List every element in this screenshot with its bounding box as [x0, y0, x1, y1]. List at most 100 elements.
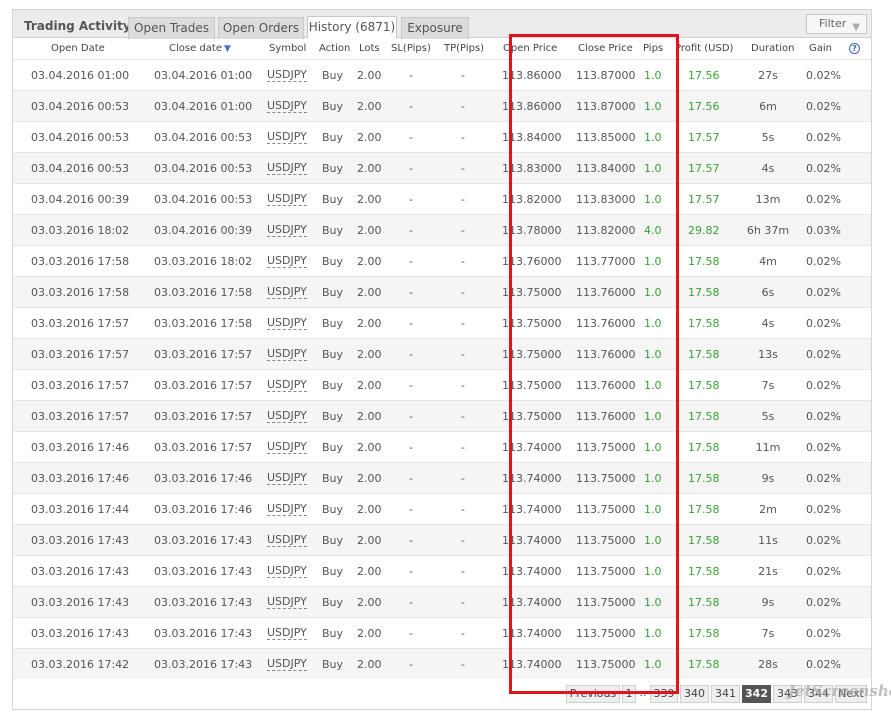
- cell-lots: 2.00: [357, 410, 382, 423]
- pagination-page-339[interactable]: 339: [650, 685, 678, 703]
- symbol-link[interactable]: USDJPY: [267, 69, 307, 82]
- pagination: Previous 1 .. 339 340 341 342 343 344 Ne…: [13, 680, 871, 710]
- cell-action: Buy: [322, 255, 344, 268]
- col-pips[interactable]: Pips: [643, 43, 663, 54]
- symbol-link[interactable]: USDJPY: [267, 131, 307, 144]
- cell-pips: 1.0: [644, 534, 662, 547]
- cell-close-price: 113.75000: [576, 503, 636, 516]
- symbol-link[interactable]: USDJPY: [267, 627, 307, 640]
- cell-tp: -: [461, 348, 465, 361]
- col-open-date[interactable]: Open Date: [51, 43, 105, 54]
- col-profit[interactable]: Profit (USD): [675, 43, 733, 54]
- symbol-link[interactable]: USDJPY: [267, 255, 307, 268]
- pagination-page-342-current[interactable]: 342: [742, 685, 771, 703]
- pagination-page-341[interactable]: 341: [711, 685, 740, 703]
- cell-lots: 2.00: [357, 162, 382, 175]
- table-row: 03.04.2016 01:00 03.04.2016 01:00 USDJPY Bu…: [13, 59, 871, 90]
- cell-open-price: 113.86000: [502, 69, 562, 82]
- pagination-page-340[interactable]: 340: [680, 685, 709, 703]
- cell-open-price: 113.74000: [502, 565, 562, 578]
- cell-duration: 13s: [758, 348, 778, 361]
- cell-action: Buy: [322, 596, 344, 609]
- cell-duration: 5s: [761, 410, 775, 423]
- symbol-link[interactable]: USDJPY: [267, 658, 307, 671]
- cell-close-price: 113.87000: [576, 69, 636, 82]
- cell-sl: -: [409, 286, 413, 299]
- cell-sl: -: [409, 317, 413, 330]
- table-row: 03.03.2016 17:58 03.03.2016 18:02 USDJPY Bu…: [13, 245, 871, 276]
- cell-close-date: 03.03.2016 17:57: [154, 348, 253, 361]
- col-sl-pips[interactable]: SL(Pips): [391, 43, 431, 54]
- symbol-link[interactable]: USDJPY: [267, 286, 307, 299]
- col-action[interactable]: Action: [319, 43, 350, 54]
- symbol-link[interactable]: USDJPY: [267, 410, 307, 423]
- cell-gain: 0.02%: [806, 193, 841, 206]
- cell-close-price: 113.77000: [576, 255, 636, 268]
- cell-tp: -: [461, 100, 465, 113]
- cell-sl: -: [409, 596, 413, 609]
- table-row: 03.03.2016 17:43 03.03.2016 17:43 USDJPY Bu…: [13, 586, 871, 617]
- cell-pips: 1.0: [644, 658, 662, 671]
- col-tp-pips[interactable]: TP(Pips): [444, 43, 484, 54]
- symbol-link[interactable]: USDJPY: [267, 534, 307, 547]
- cell-duration: 11m: [755, 441, 781, 454]
- symbol-link[interactable]: USDJPY: [267, 100, 307, 113]
- symbol-link[interactable]: USDJPY: [267, 162, 307, 175]
- pagination-previous-button[interactable]: Previous: [566, 685, 620, 703]
- pagination-page-1[interactable]: 1: [622, 685, 636, 703]
- cell-gain: 0.02%: [806, 503, 841, 516]
- cell-tp: -: [461, 503, 465, 516]
- cell-duration: 28s: [758, 658, 778, 671]
- symbol-link[interactable]: USDJPY: [267, 596, 307, 609]
- table-row: 03.03.2016 17:43 03.03.2016 17:43 USDJPY Bu…: [13, 524, 871, 555]
- col-close-price[interactable]: Close Price: [578, 43, 633, 54]
- col-symbol[interactable]: Symbol: [269, 43, 306, 54]
- cell-sl: -: [409, 565, 413, 578]
- cell-close-date: 03.03.2016 17:58: [154, 317, 253, 330]
- col-open-price[interactable]: Open Price: [503, 43, 557, 54]
- cell-gain: 0.02%: [806, 348, 841, 361]
- cell-action: Buy: [322, 658, 344, 671]
- symbol-link[interactable]: USDJPY: [267, 565, 307, 578]
- tab-history[interactable]: History (6871): [307, 16, 397, 38]
- symbol-link[interactable]: USDJPY: [267, 224, 307, 237]
- symbol-link[interactable]: USDJPY: [267, 348, 307, 361]
- tab-open-trades[interactable]: Open Trades: [128, 17, 215, 39]
- cell-pips: 1.0: [644, 565, 662, 578]
- cell-tp: -: [461, 410, 465, 423]
- help-icon[interactable]: ?: [849, 43, 860, 54]
- tab-exposure[interactable]: Exposure: [401, 17, 469, 39]
- symbol-link[interactable]: USDJPY: [267, 317, 307, 330]
- symbol-link[interactable]: USDJPY: [267, 193, 307, 206]
- cell-close-price: 113.76000: [576, 317, 636, 330]
- col-close-date-label: Close date: [169, 43, 222, 54]
- cell-tp: -: [461, 565, 465, 578]
- col-duration[interactable]: Duration: [751, 43, 794, 54]
- cell-profit: 17.58: [688, 627, 720, 640]
- col-close-date[interactable]: Close date ▼: [169, 43, 231, 54]
- symbol-link[interactable]: USDJPY: [267, 472, 307, 485]
- cell-action: Buy: [322, 348, 344, 361]
- cell-profit: 17.58: [688, 441, 720, 454]
- tab-open-orders[interactable]: Open Orders: [218, 17, 304, 39]
- cell-open-date: 03.04.2016 00:39: [31, 193, 130, 206]
- filter-button[interactable]: Filter ▼: [806, 14, 867, 34]
- chevron-down-icon: ▼: [852, 22, 860, 33]
- symbol-link[interactable]: USDJPY: [267, 441, 307, 454]
- cell-duration: 11s: [758, 534, 778, 547]
- cell-profit: 17.58: [688, 596, 720, 609]
- cell-lots: 2.00: [357, 472, 382, 485]
- cell-close-date: 03.03.2016 17:46: [154, 503, 253, 516]
- symbol-link[interactable]: USDJPY: [267, 379, 307, 392]
- cell-open-date: 03.03.2016 17:58: [31, 255, 130, 268]
- cell-gain: 0.02%: [806, 472, 841, 485]
- cell-close-date: 03.04.2016 00:53: [154, 193, 253, 206]
- col-gain[interactable]: Gain: [809, 43, 832, 54]
- col-lots[interactable]: Lots: [359, 43, 380, 54]
- symbol-link[interactable]: USDJPY: [267, 503, 307, 516]
- cell-gain: 0.02%: [806, 317, 841, 330]
- cell-pips: 1.0: [644, 348, 662, 361]
- cell-gain: 0.02%: [806, 162, 841, 175]
- cell-open-date: 03.03.2016 17:43: [31, 534, 130, 547]
- panel-title: Trading Activity: [24, 19, 131, 33]
